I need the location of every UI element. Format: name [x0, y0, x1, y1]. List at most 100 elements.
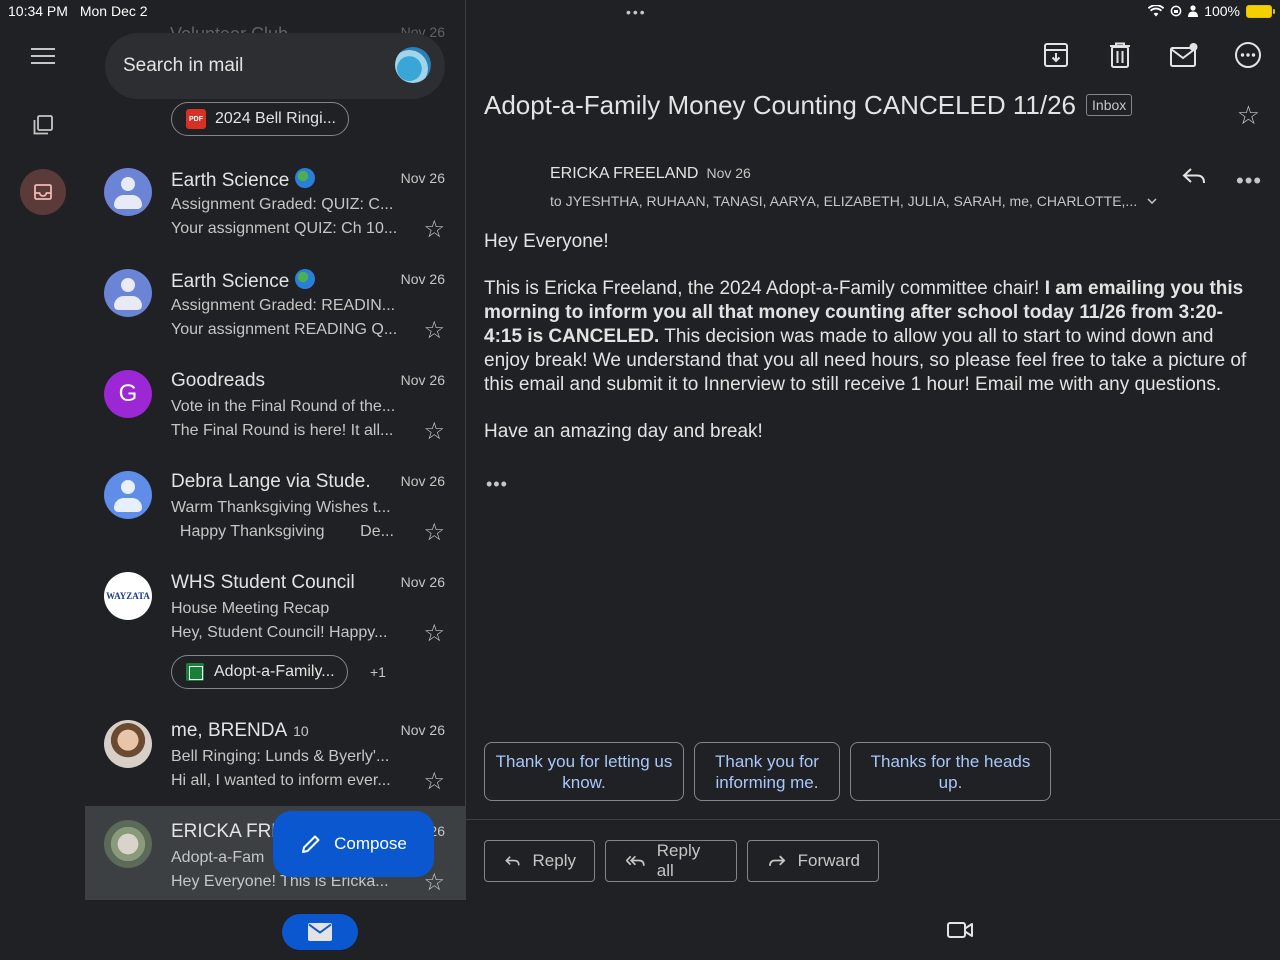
forward-label: Forward	[797, 851, 860, 870]
sender-name: WHS Student Council	[171, 572, 355, 593]
mail-list: Volunteer Club Nov 26 Search in mail PDF…	[85, 24, 465, 900]
compose-label: Compose	[334, 834, 407, 853]
reply-icon	[505, 856, 520, 866]
pdf-attachment-chip[interactable]: PDF 2024 Bell Ringi...	[171, 102, 349, 136]
mail-subject: Bell Ringing: Lunds & Byerly'...	[171, 748, 390, 765]
mail-date: Nov 26	[400, 473, 445, 489]
smart-reply-1[interactable]: Thank you for letting us know.	[484, 742, 684, 801]
reply-all-button[interactable]: Reply all	[605, 840, 737, 882]
actions-divider	[466, 819, 1280, 820]
avatar	[104, 471, 152, 519]
all-inboxes-icon[interactable]	[20, 102, 66, 148]
avatar: G	[104, 370, 152, 418]
list-item[interactable]: Earth Science Nov 26 Assignment Graded: …	[85, 259, 465, 359]
navigation-rail	[0, 24, 85, 900]
recipients-line[interactable]: to JYESHTHA, RUHAAN, TANASI, AARYA, ELIZ…	[550, 193, 1157, 209]
star-icon[interactable]: ☆	[423, 521, 445, 545]
message-toolbar	[1024, 38, 1280, 72]
sender-name: ERICKA FRE	[171, 821, 284, 842]
sender-name: me, BRENDA 10	[171, 720, 309, 741]
mail-tab[interactable]	[282, 914, 358, 950]
avatar	[104, 720, 152, 768]
avatar: WAYZATA	[104, 572, 152, 620]
avatar	[104, 820, 152, 868]
message-more-icon[interactable]: •••	[1236, 168, 1262, 194]
more-options-icon[interactable]	[1216, 38, 1280, 72]
menu-icon[interactable]	[20, 33, 66, 79]
forward-button[interactable]: Forward	[747, 840, 879, 882]
sender-name: Earth Science	[171, 269, 316, 293]
sender-avatar[interactable]	[484, 163, 532, 211]
mail-subject: Assignment Graded: READIN...	[171, 297, 396, 314]
orientation-lock-icon	[1170, 5, 1182, 17]
globe-icon	[295, 269, 316, 289]
inbox-icon[interactable]	[20, 169, 66, 215]
email-subject-text: Adopt-a-Family Money Counting CANCELED 1…	[484, 90, 1077, 120]
thread-count: 10	[293, 723, 309, 739]
mail-subject: Adopt-a-Fam	[171, 849, 265, 866]
sheet-attachment-chip[interactable]: Adopt-a-Family...	[171, 655, 348, 689]
account-avatar[interactable]	[395, 47, 431, 83]
sender-name: Earth Science	[171, 168, 316, 192]
status-right: 100%	[1148, 3, 1275, 19]
multitasking-dots-icon[interactable]: •••	[626, 4, 647, 20]
status-bar: 10:34 PM Mon Dec 2 ••• 100%	[0, 0, 1280, 24]
star-icon[interactable]: ☆	[423, 319, 445, 343]
reply-button[interactable]: Reply	[484, 840, 595, 882]
list-item[interactable]: Earth Science Nov 26 Assignment Graded: …	[85, 158, 465, 258]
more-attachments-count[interactable]: +1	[370, 664, 386, 680]
delete-icon[interactable]	[1088, 38, 1152, 72]
smart-reply-2[interactable]: Thank you for informing me.	[694, 742, 840, 801]
reply-all-icon	[626, 855, 645, 866]
forward-icon	[769, 855, 786, 866]
pencil-icon	[302, 835, 320, 853]
wifi-icon	[1148, 5, 1165, 17]
avatar	[104, 269, 152, 317]
star-icon[interactable]: ☆	[423, 420, 445, 444]
status-left: 10:34 PM Mon Dec 2	[8, 3, 156, 19]
spreadsheet-icon	[186, 663, 204, 681]
video-camera-icon[interactable]	[946, 920, 974, 945]
star-icon[interactable]: ☆	[1237, 100, 1260, 131]
list-item[interactable]: WAYZATA WHS Student Council Nov 26 House…	[85, 562, 465, 702]
sender-name: Goodreads	[171, 370, 266, 391]
pdf-attachment-name: 2024 Bell Ringi...	[215, 110, 336, 127]
mail-date: Nov 26	[400, 170, 445, 186]
show-trimmed-content[interactable]: •••	[486, 474, 508, 495]
mail-date: Nov 26	[400, 372, 445, 388]
inbox-label[interactable]: Inbox	[1086, 94, 1133, 116]
list-item[interactable]: Debra Lange via Stude. Nov 26 Warm Thank…	[85, 461, 465, 561]
mail-date: Nov 26	[400, 271, 445, 287]
mail-icon	[308, 923, 332, 941]
mail-subject: Warm Thanksgiving Wishes t...	[171, 499, 391, 516]
list-item[interactable]: G Goodreads Nov 26 Vote in the Final Rou…	[85, 360, 465, 460]
star-icon[interactable]: ☆	[423, 218, 445, 242]
compose-button[interactable]: Compose	[273, 811, 434, 877]
bottom-navigation	[0, 900, 1280, 960]
mail-snippet: Your assignment READING Q...	[171, 321, 398, 338]
status-date: Mon Dec 2	[79, 3, 148, 19]
mail-subject: Vote in the Final Round of the...	[171, 398, 396, 415]
search-input[interactable]: Search in mail	[123, 55, 243, 77]
pdf-icon: PDF	[186, 109, 206, 129]
search-bar[interactable]: Search in mail	[105, 33, 445, 99]
mail-date: Nov 26	[400, 722, 445, 738]
smart-reply-3[interactable]: Thanks for the heads up.	[850, 742, 1051, 801]
sender-name: ERICKA FREELAND	[550, 165, 699, 182]
reply-all-label: Reply all	[656, 841, 701, 880]
email-closing: Have an amazing day and break!	[484, 421, 763, 442]
star-icon[interactable]: ☆	[423, 871, 445, 895]
mail-snippet: Your assignment QUIZ: Ch 10...	[171, 220, 398, 237]
mark-unread-icon[interactable]	[1152, 38, 1216, 72]
reply-icon[interactable]	[1182, 166, 1206, 191]
email-date: Nov 26	[706, 165, 751, 181]
reading-pane: Adopt-a-Family Money Counting CANCELED 1…	[466, 24, 1280, 900]
status-time: 10:34 PM	[8, 3, 68, 19]
star-icon[interactable]: ☆	[423, 770, 445, 794]
archive-icon[interactable]	[1024, 38, 1088, 72]
list-item[interactable]: me, BRENDA 10 Nov 26 Bell Ringing: Lunds …	[85, 710, 465, 806]
email-subject: Adopt-a-Family Money Counting CANCELED 1…	[484, 90, 1133, 121]
battery-charging-icon	[1246, 4, 1275, 18]
mail-subject: House Meeting Recap	[171, 600, 330, 617]
star-icon[interactable]: ☆	[423, 622, 445, 646]
